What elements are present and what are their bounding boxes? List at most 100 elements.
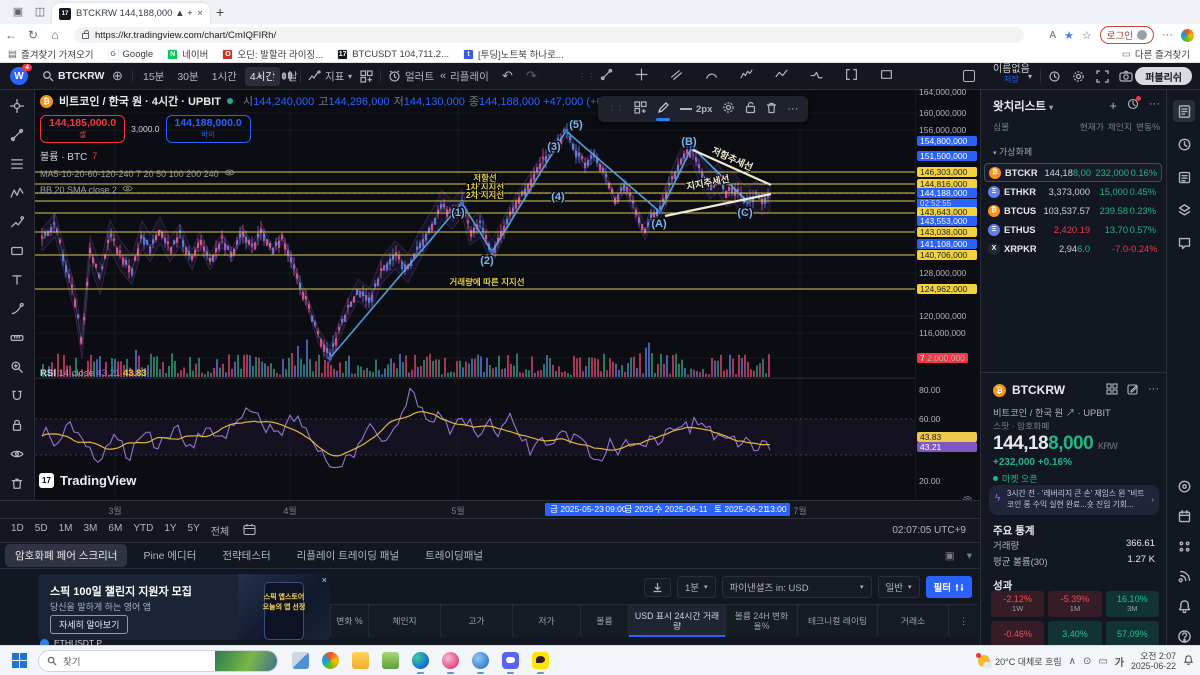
screener-preset-select[interactable]: 파이낸셜즈 in: USD▾ (722, 576, 872, 598)
tray-expand-icon[interactable]: ∧ (1069, 656, 1076, 667)
screener-column-3[interactable]: 저가 (512, 604, 580, 637)
symbol-search-icon[interactable] (42, 63, 54, 89)
add-favorite-icon[interactable]: ☆ (1082, 29, 1092, 42)
zoom-in-icon[interactable] (6, 357, 28, 377)
lock-all-icon[interactable] (6, 415, 28, 435)
user-avatar[interactable]: W4 (10, 67, 28, 85)
refresh-icon[interactable]: ↻ (22, 28, 44, 42)
snapshot-camera-icon[interactable] (1119, 63, 1133, 89)
edge-icon[interactable] (412, 652, 429, 669)
symbol-title[interactable]: 비트코인 / 한국 원 · 4시간 · UPBIT (59, 93, 221, 109)
forecast-icon[interactable] (6, 212, 28, 232)
start-button[interactable] (12, 653, 28, 669)
ma-indicator-label[interactable]: MA5-10-20-60-120-240 7 20 50 100 200 240 (40, 169, 219, 179)
target-icon[interactable] (1173, 475, 1195, 497)
replay-button[interactable]: «리플레이 (440, 63, 489, 89)
browser-menu-icon[interactable]: ··· (1162, 29, 1173, 41)
trend-line-icon[interactable] (6, 125, 28, 145)
screener-column-6[interactable]: 볼륨 24H 변화율% (725, 604, 797, 637)
panel-collapse-icon[interactable]: ▾ (967, 550, 972, 562)
read-aloud-icon[interactable]: A (1049, 30, 1056, 41)
ad-thumbnail[interactable]: 스픽 앱스토어오늘의 앱 선정 (238, 574, 330, 640)
screener-column-2[interactable]: 고가 (440, 604, 512, 637)
bottom-tab-3[interactable]: 리플레이 트레이딩 패널 (287, 544, 409, 567)
watchlist-column-3[interactable]: 변동% (1136, 120, 1160, 133)
more-icon[interactable]: ··· (787, 103, 798, 115)
layout-select-icon[interactable] (963, 63, 975, 89)
elliott-correction-icon[interactable] (775, 68, 788, 84)
rsi-legend[interactable]: RSI 14 close 43.21 43.83 (40, 368, 147, 379)
range-button-6M[interactable]: 6M (108, 523, 122, 538)
settings-gear-icon[interactable] (1072, 63, 1085, 89)
ad-close-icon[interactable]: × (322, 575, 327, 585)
screener-column-1[interactable]: 체인지 (368, 604, 440, 637)
ad-cta-button[interactable]: 자세히 알아보기 (50, 615, 128, 634)
detail-edit-icon[interactable] (1127, 383, 1139, 398)
buy-button[interactable]: 144,188,000.0바이 (166, 115, 251, 143)
screener-mode-select[interactable]: 일반▾ (878, 576, 920, 598)
volume-indicator-label[interactable]: 볼륨 · BTC (40, 148, 87, 163)
bell-icon[interactable] (1173, 595, 1195, 617)
bb-indicator-label[interactable]: BB 20 SMA close 2 (40, 185, 117, 195)
weather-widget[interactable]: 20°C 대체로 흐림 (978, 655, 1062, 668)
copilot-icon[interactable] (322, 652, 339, 669)
bottom-tab-4[interactable]: 트레이딩패널 (415, 544, 493, 567)
bookmark-item[interactable]: N네이버 (167, 47, 208, 61)
xabcd-pattern-icon[interactable] (6, 183, 28, 203)
help-icon[interactable] (1173, 625, 1195, 647)
folder-green-icon[interactable] (382, 652, 399, 669)
discord-icon[interactable] (502, 652, 519, 669)
redo-icon[interactable]: ↷ (526, 63, 537, 89)
bottom-tab-0[interactable]: 암호화폐 페어 스크리너 (5, 544, 127, 567)
interval-button-4시간[interactable]: 4시간 (245, 67, 280, 86)
whale-icon[interactable] (472, 652, 489, 669)
go-to-date-icon[interactable] (243, 523, 256, 539)
hide-all-icon[interactable] (6, 444, 28, 464)
chat-icon[interactable] (1173, 232, 1195, 254)
unlock-icon[interactable] (745, 101, 756, 117)
screener-column-8[interactable]: 거래소 (877, 604, 948, 637)
taskbar-search[interactable]: 찾기 (38, 650, 278, 672)
watchlist-column-0[interactable]: 심볼 (993, 120, 1009, 133)
onedrive-icon[interactable]: ⊙ (1083, 656, 1091, 667)
bookmark-item[interactable]: 17BTCUSDT 104,711.2... (337, 47, 449, 61)
news-pill[interactable]: ϟ3시간 전 · '레버리지 큰 손' 제임스 윈 "비트코인 롱 수익 실현 … (989, 485, 1159, 515)
calendar-icon[interactable] (1173, 505, 1195, 527)
export-button[interactable] (644, 578, 671, 597)
rectangle-icon[interactable] (880, 68, 893, 84)
import-favorites[interactable]: ▤즐겨찾기 가져오기 (8, 47, 94, 61)
elliott-impulse-icon[interactable] (740, 68, 753, 84)
line-settings-icon[interactable] (722, 101, 735, 117)
brackets-icon[interactable] (845, 68, 858, 84)
apps-icon[interactable] (1173, 535, 1195, 557)
symbol-search[interactable]: BTCKRW (58, 63, 104, 89)
screener-column-7[interactable]: 테크니컬 레이팅 (797, 604, 877, 637)
detail-more-icon[interactable]: ··· (1148, 383, 1159, 398)
quick-search-icon[interactable] (1048, 63, 1061, 89)
chart-style-icon[interactable] (280, 63, 294, 89)
fib-retracement-icon[interactable] (6, 154, 28, 174)
close-tab-icon[interactable]: × (197, 8, 203, 19)
price-scale[interactable]: 164,000,000160,000,000156,000,000154,800… (915, 90, 980, 500)
fullscreen-icon[interactable] (1096, 63, 1109, 89)
watchlist-alerts-icon[interactable] (1127, 98, 1139, 113)
new-tab-button[interactable]: + (216, 4, 224, 20)
magnet-icon[interactable] (6, 386, 28, 406)
object-tree-icon[interactable] (1173, 199, 1195, 221)
drag-handle-icon[interactable]: ⋮⋮ (608, 105, 624, 114)
range-button-1Y[interactable]: 1Y (164, 523, 176, 538)
watchlist-row-ETHUSDT[interactable]: ΞETHUSDT2,420.1913.700.57% (984, 220, 1162, 239)
watchlist-row-XRPKRW[interactable]: XXRPKRW2,946.0-7.0-0.24% (984, 239, 1162, 258)
interval-button-30분[interactable]: 30분 (172, 67, 203, 86)
interval-dropdown-icon[interactable]: ▾ (258, 63, 262, 89)
filter-button[interactable]: 필터 (926, 576, 972, 598)
notification-bell-icon[interactable] (1183, 654, 1194, 668)
parallel-channel-icon[interactable] (670, 68, 683, 84)
task-view-icon[interactable] (292, 652, 309, 669)
kakaotalk-icon[interactable] (532, 652, 549, 669)
ad-banner[interactable]: 스픽 100일 챌린지 지원자 모집 당신을 말하게 하는 영어 앱 자세히 알… (38, 574, 330, 640)
bookmark-item[interactable]: GGoogle (108, 47, 154, 61)
remove-all-icon[interactable] (6, 473, 28, 493)
undo-icon[interactable]: ↶ (502, 63, 513, 89)
screener-column-5[interactable]: USD 표시 24시간 거래량 (628, 604, 725, 637)
